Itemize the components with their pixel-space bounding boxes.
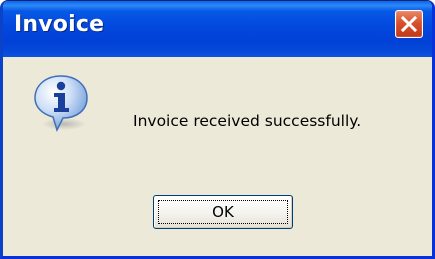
title-bar[interactable]: Invoice: [3, 1, 432, 57]
dialog-title: Invoice: [14, 12, 105, 37]
ok-button[interactable]: OK: [153, 195, 293, 229]
message-dialog: Invoice Invoice received successfully. O…: [0, 0, 435, 259]
ok-button-label: OK: [158, 200, 288, 224]
close-icon: [400, 15, 418, 33]
info-icon: [34, 75, 88, 133]
dialog-message: Invoice received successfully.: [133, 112, 362, 130]
close-button[interactable]: [395, 10, 423, 38]
dialog-body: Invoice received successfully. OK: [3, 57, 432, 256]
